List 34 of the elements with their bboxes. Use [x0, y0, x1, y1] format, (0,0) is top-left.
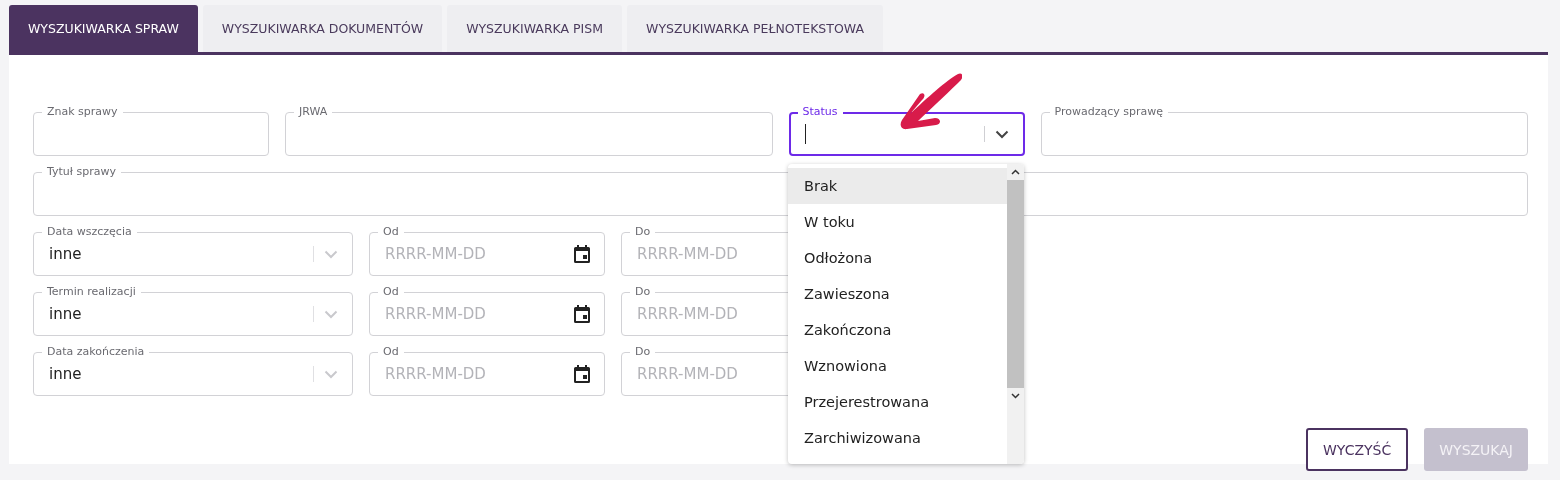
text-cursor — [804, 124, 806, 144]
field-value: inne — [49, 365, 83, 383]
field-label: Data wszczęcia — [42, 225, 137, 239]
scrollbar-thumb[interactable] — [1007, 180, 1024, 388]
placeholder-text: RRRR-MM-DD — [637, 365, 738, 383]
tab[interactable]: WYSZUKIWARKA DOKUMENTÓW — [202, 5, 443, 52]
clear-button[interactable]: WYCZYŚĆ — [1306, 428, 1409, 471]
scroll-down-icon — [1011, 393, 1020, 399]
calendar-icon — [574, 245, 590, 263]
tab[interactable]: WYSZUKIWARKA PISM — [447, 5, 622, 52]
chevron-down-icon — [324, 309, 338, 319]
chevron-down-icon — [994, 129, 1009, 139]
dropdown-option[interactable]: Brak — [788, 168, 1007, 204]
field-value: inne — [49, 305, 83, 323]
dropdown-option[interactable]: Zarchiwizowana — [788, 420, 1007, 456]
chevron-down-icon — [324, 249, 338, 259]
placeholder-text: RRRR-MM-DD — [637, 245, 738, 263]
chevron-down-icon — [324, 369, 338, 379]
field-label: JRWA — [294, 105, 333, 119]
field-label: Tytuł sprawy — [42, 165, 121, 179]
tab[interactable]: WYSZUKIWARKA SPRAW — [9, 5, 198, 52]
calendar-icon — [574, 365, 590, 383]
scroll-up-icon — [1011, 169, 1020, 175]
field-value: inne — [49, 245, 83, 263]
scrollbar[interactable] — [1007, 164, 1024, 464]
tab[interactable]: WYSZUKIWARKA PEŁNOTEKSTOWA — [627, 5, 883, 52]
placeholder-text: RRRR-MM-DD — [385, 245, 486, 263]
field-label: Znak sprawy — [42, 105, 123, 119]
calendar-icon — [574, 305, 590, 323]
placeholder-text: RRRR-MM-DD — [637, 305, 738, 323]
field-label: Termin realizacji — [42, 285, 141, 299]
placeholder-text: RRRR-MM-DD — [385, 365, 486, 383]
placeholder-text: RRRR-MM-DD — [385, 305, 486, 323]
field-label: Prowadzący sprawę — [1049, 105, 1168, 119]
